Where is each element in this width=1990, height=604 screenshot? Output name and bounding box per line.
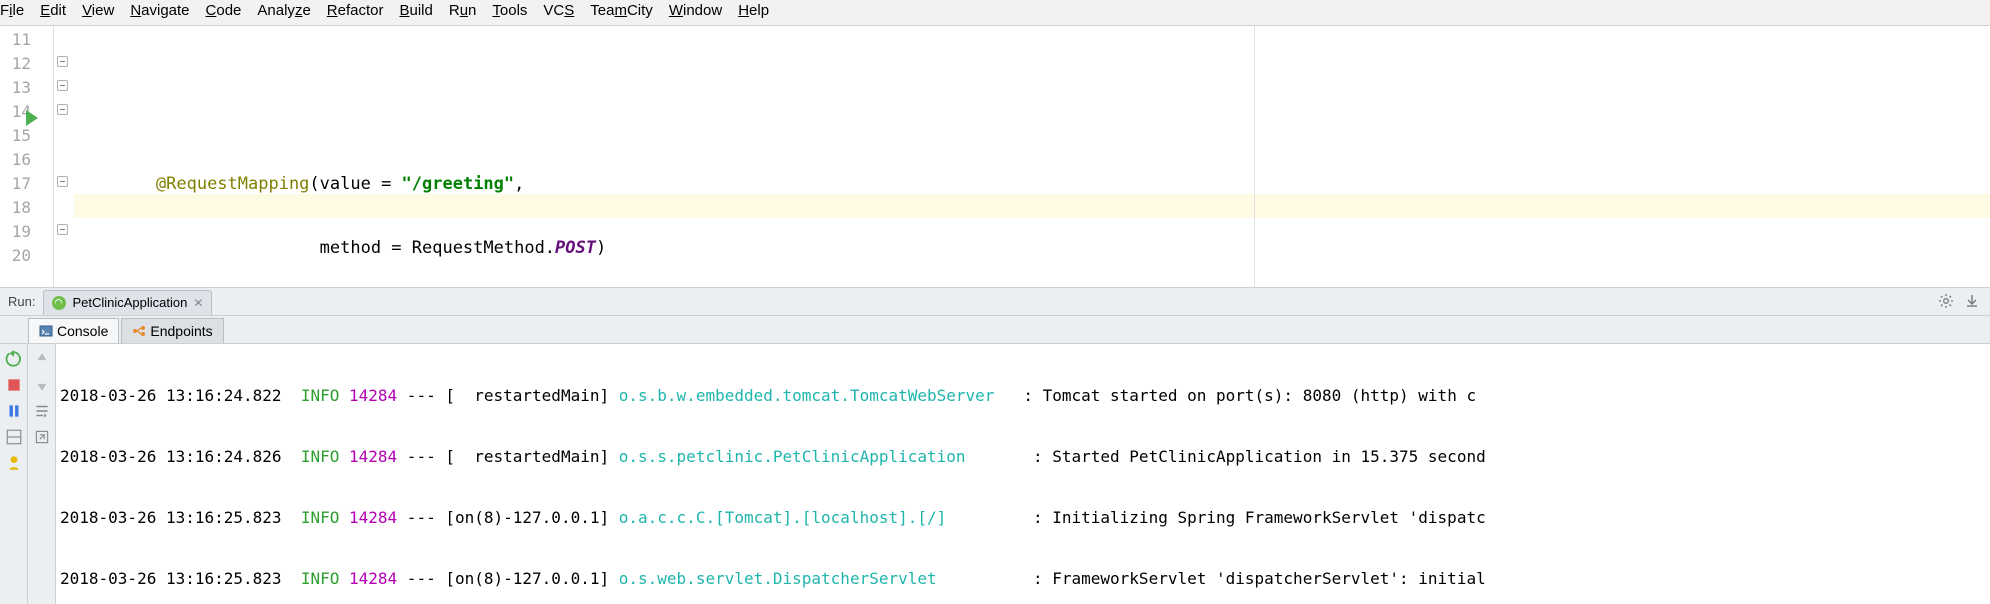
down-arrow-icon[interactable] (33, 376, 51, 394)
rerun-icon[interactable] (5, 350, 23, 368)
menu-run[interactable]: Run (449, 2, 477, 19)
line-number-gutter: 11 12 13 14 15 16 17 18 19 20 (0, 26, 54, 287)
line-number: 17 (0, 172, 53, 196)
fold-marker-icon[interactable] (57, 80, 68, 91)
pause-icon[interactable] (5, 402, 23, 420)
spring-boot-icon (52, 296, 66, 310)
menu-window[interactable]: Window (669, 2, 722, 19)
line-number: 13 (0, 76, 53, 100)
fold-gutter (54, 26, 74, 287)
menu-navigate[interactable]: Navigate (130, 2, 189, 19)
line-number: 18 (0, 196, 53, 220)
layout-icon[interactable] (5, 428, 23, 446)
tab-label: Console (57, 323, 108, 339)
run-side-toolbar-inner (28, 344, 56, 604)
run-label: Run: (0, 294, 43, 309)
right-margin-guide (1254, 26, 1255, 287)
fold-marker-icon[interactable] (57, 176, 68, 187)
line-number: 15 (0, 124, 53, 148)
current-line-highlight (74, 194, 1990, 218)
run-panel-body: 2018-03-26 13:16:24.822 INFO 14284 --- [… (0, 344, 1990, 604)
gear-icon[interactable] (1938, 293, 1954, 309)
code-editor[interactable]: 11 12 13 14 15 16 17 18 19 20 @RequestMa… (0, 26, 1990, 288)
menu-vcs[interactable]: VCS (543, 2, 574, 19)
run-subtabs: Console Endpoints (0, 316, 1990, 344)
menu-view[interactable]: View (82, 2, 114, 19)
run-config-name: PetClinicApplication (72, 295, 187, 310)
fold-marker-icon[interactable] (57, 104, 68, 115)
fold-marker-icon[interactable] (57, 56, 68, 67)
main-menu: File Edit View Navigate Code Analyze Ref… (0, 0, 1990, 26)
log-row: 2018-03-26 13:16:25.823 INFO 14284 --- [… (60, 567, 1986, 590)
hide-panel-icon[interactable] (1964, 293, 1980, 309)
line-number: 12 (0, 52, 53, 76)
run-gutter-icon[interactable] (26, 110, 38, 126)
run-side-toolbar-left (0, 344, 28, 604)
line-number: 20 (0, 244, 53, 268)
menu-tools[interactable]: Tools (492, 2, 527, 19)
menu-refactor[interactable]: Refactor (327, 2, 384, 19)
menu-file[interactable]: File (0, 2, 24, 19)
console-icon (39, 324, 53, 338)
endpoints-icon (132, 324, 146, 338)
up-arrow-icon[interactable] (33, 350, 51, 368)
tab-label: Endpoints (150, 323, 212, 339)
run-config-tab[interactable]: PetClinicApplication ✕ (43, 290, 212, 315)
run-panel-header: Run: PetClinicApplication ✕ (0, 288, 1990, 316)
stop-icon[interactable] (5, 376, 23, 394)
dump-threads-icon[interactable] (5, 454, 23, 472)
fold-marker-icon[interactable] (57, 224, 68, 235)
menu-code[interactable]: Code (206, 2, 242, 19)
close-tab-icon[interactable]: ✕ (193, 296, 203, 310)
menu-teamcity[interactable]: TeamCity (590, 2, 653, 19)
log-row: 2018-03-26 13:16:24.822 INFO 14284 --- [… (60, 384, 1986, 407)
code-content[interactable]: @RequestMapping(value = "/greeting", met… (74, 26, 1990, 287)
menu-analyze[interactable]: Analyze (257, 2, 310, 19)
tab-endpoints[interactable]: Endpoints (121, 318, 223, 343)
menu-build[interactable]: Build (399, 2, 432, 19)
scroll-to-end-icon[interactable] (33, 428, 51, 446)
menu-edit[interactable]: Edit (40, 2, 66, 19)
tab-console[interactable]: Console (28, 318, 119, 343)
soft-wrap-icon[interactable] (33, 402, 51, 420)
log-row: 2018-03-26 13:16:25.823 INFO 14284 --- [… (60, 506, 1986, 529)
line-number: 19 (0, 220, 53, 244)
console-output[interactable]: 2018-03-26 13:16:24.822 INFO 14284 --- [… (56, 344, 1990, 604)
line-number: 11 (0, 28, 53, 52)
log-row: 2018-03-26 13:16:24.826 INFO 14284 --- [… (60, 445, 1986, 468)
line-number: 16 (0, 148, 53, 172)
menu-help[interactable]: Help (738, 2, 769, 19)
